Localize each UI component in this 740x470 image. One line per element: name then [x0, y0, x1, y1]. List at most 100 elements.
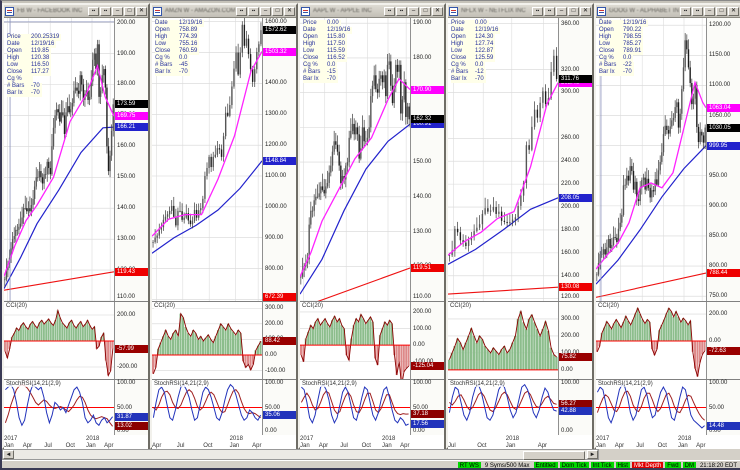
info-value: 12/19/16 [623, 20, 647, 26]
price-pane[interactable]: Date 12/19/16 Open 790.22 High 798.55 Low 785.2… [596, 18, 740, 301]
status-badge[interactable]: Fwd [665, 462, 681, 468]
info-row: Low 785.27 [599, 41, 644, 48]
status-badge[interactable]: DM [682, 462, 696, 468]
cci-pane[interactable]: CCI(20)300.00200.00100.000.0075.82 [448, 301, 592, 380]
cci-pane[interactable]: CCI(20)300.00200.00100.000.00-100.0088.4… [152, 301, 296, 380]
cci-pane[interactable]: CCI(20) 200.00 -200.00 -57.99 [4, 301, 148, 380]
price-pane[interactable]: Price 0.00 Date 12/19/16 Open 124.30 High 127.7… [448, 18, 592, 301]
cci-indicator-label: CCI(20) [154, 303, 176, 309]
info-value: -70 [327, 76, 336, 82]
stochrsi-pane[interactable]: StochRSI(14,21(2,9) 100.00 50.00 0.00 31.87 1… [4, 379, 148, 435]
maximize-button[interactable]: □ [272, 6, 283, 16]
price-value-label: 119.43 [115, 267, 148, 276]
info-value: 0.0 [179, 55, 188, 61]
window-titlebar[interactable]: GOOG W - ALPHABET INC ▪▪ ▪▪ – □ ✕ [596, 5, 740, 18]
chart-toolbar-button[interactable]: ▪▪ [236, 6, 247, 16]
status-badge[interactable]: Mkt Depth [631, 462, 664, 468]
info-value: 785.27 [623, 41, 642, 47]
stochrsi-indicator-label: StochRSI(14,21(2,9) [6, 381, 61, 387]
chart-toolbar-button[interactable]: ▪▪ [680, 6, 691, 16]
status-badge[interactable]: Int Tick [590, 462, 614, 468]
chart-toolbar-button[interactable]: ▪▪ [544, 6, 555, 16]
chart-toolbar-button[interactable]: ▪▪ [396, 6, 407, 16]
minimize-button[interactable]: – [408, 6, 419, 16]
price-value-label: 1030.05 [707, 123, 740, 132]
info-row: Open 119.85 [7, 48, 51, 55]
axis-tick-label: 300.00 [561, 89, 580, 96]
minimize-button[interactable]: – [112, 6, 123, 16]
info-value: 0.00 [327, 20, 339, 26]
info-row: Cg % 0.0 [599, 55, 634, 62]
close-button[interactable]: ✕ [580, 6, 591, 16]
stochrsi-pane[interactable]: StochRSI(14,21(2,9) 100.00 50.00 0.00 37.18 1… [300, 379, 444, 435]
scrollbar-thumb[interactable] [523, 451, 585, 460]
scroll-left-arrow-icon[interactable]: ◄ [3, 450, 14, 459]
maximize-button[interactable]: □ [568, 6, 579, 16]
chart-document-icon[interactable] [597, 6, 606, 16]
maximize-button[interactable]: □ [716, 6, 727, 16]
info-value: 0.00 [475, 20, 487, 26]
info-label: # Bars [155, 62, 173, 68]
chart-document-icon[interactable] [449, 6, 458, 16]
window-titlebar[interactable]: FB W - FACEBOOK INC ▪▪ ▪▪ – □ ✕ [4, 5, 148, 18]
chart-toolbar-button[interactable]: ▪▪ [88, 6, 99, 16]
window-titlebar[interactable]: AAPL W - APPLE INC ▪▪ ▪▪ – □ ✕ [300, 5, 444, 18]
close-button[interactable]: ✕ [284, 6, 295, 16]
info-label: High [599, 34, 612, 40]
stochrsi-pane[interactable]: StochRSI(14,21(2,9) 100.0050.000.0056.274… [448, 379, 592, 435]
price-pane[interactable]: Price 200.25319 Date 12/19/16 Open 119.85 High… [4, 18, 148, 301]
price-value-label: 169.75 [115, 112, 148, 121]
minimize-button[interactable]: – [260, 6, 271, 16]
stochrsi-indicator-label: StochRSI(14,21(2,9) [154, 381, 209, 387]
cci-indicator-label: CCI(20) [6, 303, 28, 309]
axis-tick-label: 100.00 [265, 380, 284, 386]
info-value: 12/19/16 [327, 27, 351, 33]
window-titlebar[interactable]: AMZN W - AMAZON.COM ▪▪ ▪▪ – □ ✕ [152, 5, 296, 18]
info-label: Price [451, 20, 465, 26]
chart-document-icon[interactable] [301, 6, 310, 16]
chart-document-icon[interactable] [153, 6, 162, 16]
close-button[interactable]: ✕ [432, 6, 443, 16]
axis-tick-label: 0.00 [413, 342, 425, 349]
info-value: 115.59 [327, 48, 345, 54]
chart-toolbar-button[interactable]: ▪▪ [532, 6, 543, 16]
info-row: Bar Ix -70 [599, 69, 634, 76]
info-value: -22 [623, 62, 632, 68]
maximize-button[interactable]: □ [420, 6, 431, 16]
price-value-label: 1063.04 [707, 103, 740, 112]
chart-toolbar-button[interactable]: ▪▪ [248, 6, 259, 16]
price-value-label: 672.39 [263, 293, 296, 301]
minimize-button[interactable]: – [556, 6, 567, 16]
status-badge[interactable]: Hist [615, 462, 630, 468]
time-axis-label: Apr [104, 443, 114, 449]
info-label: Open [7, 48, 22, 54]
window-titlebar[interactable]: NFLX W - NETFLIX INC ▪▪ ▪▪ – □ ✕ [448, 5, 592, 18]
chart-toolbar-button[interactable]: ▪▪ [100, 6, 111, 16]
cci-pane[interactable]: CCI(20) 200.00 0.00 -72.63 [596, 301, 740, 380]
price-pane[interactable]: Date 12/19/16 Open 758.89 High 774.39 Low 755.1… [152, 18, 296, 301]
info-label: Close [451, 55, 467, 61]
minimize-button[interactable]: – [704, 6, 715, 16]
status-badge[interactable]: Entitled [533, 462, 558, 468]
info-row: # Bars -22 [599, 62, 634, 69]
status-badge[interactable]: RT WS [457, 462, 481, 468]
status-badge[interactable]: Dom Tick [559, 462, 589, 468]
stochrsi-pane[interactable]: StochRSI(14,21(2,9) 100.00 50.00 0.00 14.48 [596, 379, 740, 435]
info-value: 117.50 [327, 41, 345, 47]
chart-toolbar-button[interactable]: ▪▪ [384, 6, 395, 16]
time-axis-label: Jul [176, 443, 185, 449]
axis-tick-label: 190.00 [117, 50, 136, 57]
chart-document-icon[interactable] [5, 6, 14, 16]
horizontal-scrollbar[interactable]: ◄ ► [2, 449, 599, 460]
axis-tick-label: 50.00 [265, 404, 281, 411]
close-button[interactable]: ✕ [136, 6, 147, 16]
maximize-button[interactable]: □ [124, 6, 135, 16]
price-pane[interactable]: Price 0.00 Date 12/19/16 Open 115.80 High 117.5… [300, 18, 444, 301]
info-label: Bar Ix [451, 76, 467, 82]
axis-tick-label: 120.00 [561, 294, 580, 300]
cci-pane[interactable]: CCI(20)200.00100.000.00-100.00-125.04 [300, 301, 444, 380]
close-button[interactable]: ✕ [728, 6, 739, 16]
scroll-right-arrow-icon[interactable]: ► [587, 450, 598, 459]
stochrsi-pane[interactable]: StochRSI(14,21(2,9) 100.00 50.00 0.00 35.06 [152, 379, 296, 435]
chart-toolbar-button[interactable]: ▪▪ [692, 6, 703, 16]
